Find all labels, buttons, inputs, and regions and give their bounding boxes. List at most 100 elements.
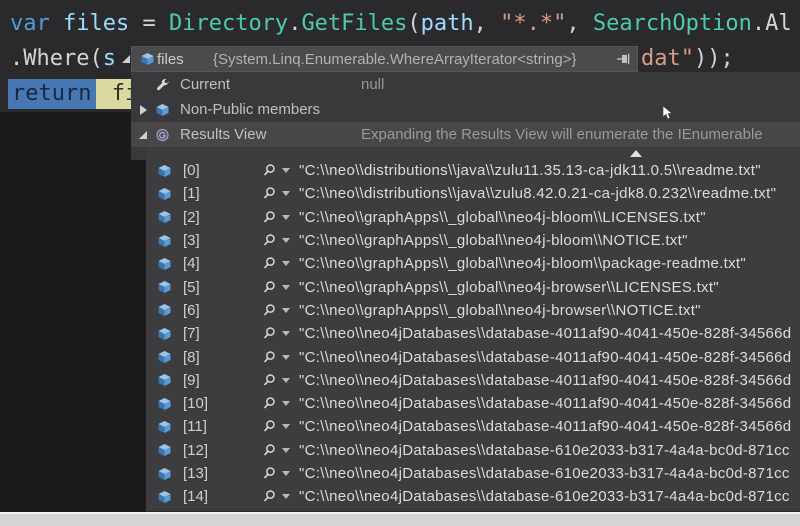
code-token: )); — [693, 46, 734, 71]
result-value: "C:\\neo\\neo4jDatabases\\database-4011a… — [299, 325, 792, 343]
variable-object-icon — [141, 53, 154, 65]
string-object-icon — [158, 351, 171, 364]
result-value: "C:\\neo\\neo4jDatabases\\database-4011a… — [299, 418, 792, 436]
result-row[interactable]: [7] "C:\\neo\\neo4jDatabases\\database-4… — [146, 322, 800, 345]
member-row-current[interactable]: Current null — [131, 72, 800, 97]
magnifier-icon[interactable] — [262, 443, 277, 458]
member-description: Expanding the Results View will enumerat… — [361, 126, 763, 143]
string-object-icon — [158, 234, 171, 247]
result-row[interactable]: [1] "C:\\neo\\distributions\\java\\zulu8… — [146, 182, 800, 205]
code-token: = — [129, 11, 169, 36]
visualizer-dropdown-icon[interactable] — [282, 447, 290, 453]
result-row[interactable]: [11] "C:\\neo\\neo4jDatabases\\database-… — [146, 415, 800, 438]
string-object-icon — [158, 164, 171, 177]
visualizer-dropdown-icon[interactable] — [282, 471, 290, 476]
result-row[interactable]: [8] "C:\\neo\\neo4jDatabases\\database-4… — [146, 345, 800, 368]
results-view-icon — [156, 128, 169, 141]
result-row[interactable]: [13] "C:\\neo\\neo4jDatabases\\database-… — [146, 462, 800, 485]
result-value: "C:\\neo\\distributions\\java\\zulu11.35… — [299, 162, 761, 180]
magnifier-icon[interactable] — [262, 419, 277, 434]
string-object-icon — [158, 187, 171, 200]
datatip-header-row[interactable]: files {System.Linq.Enumerable.WhereArray… — [122, 46, 638, 72]
wrench-icon — [157, 78, 170, 90]
members-object-icon — [156, 103, 169, 116]
results-list-panel: [0] "C:\\neo\\distributions\\java\\zulu1… — [146, 147, 800, 511]
member-label: Results View — [180, 126, 267, 143]
visualizer-dropdown-icon[interactable] — [282, 377, 290, 383]
result-value: "C:\\neo\\graphApps\\_global\\neo4j-bloo… — [299, 208, 706, 226]
result-row[interactable]: [2] "C:\\neo\\graphApps\\_global\\neo4j-… — [146, 206, 800, 229]
magnifier-icon[interactable] — [262, 280, 277, 295]
magnifier-icon[interactable] — [262, 350, 277, 365]
result-index: [13] — [183, 465, 209, 482]
magnifier-icon[interactable] — [262, 466, 277, 481]
result-value: "C:\\neo\\graphApps\\_global\\neo4j-brow… — [299, 278, 719, 296]
scroll-up-icon[interactable] — [630, 150, 642, 157]
visualizer-dropdown-icon[interactable] — [282, 238, 290, 244]
magnifier-icon[interactable] — [262, 186, 277, 201]
member-value: null — [361, 76, 385, 93]
member-label: Non-Public members — [180, 101, 321, 118]
magnifier-icon[interactable] — [262, 303, 277, 318]
result-row[interactable]: [6] "C:\\neo\\graphApps\\_global\\neo4j-… — [146, 299, 800, 322]
string-object-icon — [158, 374, 171, 387]
result-index: [4] — [183, 255, 200, 273]
magnifier-icon[interactable] — [262, 326, 277, 341]
code-token: SearchOption — [592, 11, 752, 36]
code-token: files — [62, 11, 130, 36]
datatip-expander-icon[interactable] — [122, 55, 130, 63]
result-row[interactable]: [4] "C:\\neo\\graphApps\\_global\\neo4j-… — [146, 252, 800, 275]
magnifier-icon[interactable] — [262, 489, 277, 504]
visualizer-dropdown-icon[interactable] — [282, 424, 290, 430]
expander-collapsed-icon[interactable] — [139, 104, 147, 115]
result-row[interactable]: [0] "C:\\neo\\distributions\\java\\zulu1… — [146, 159, 800, 182]
result-value: "C:\\neo\\neo4jDatabases\\database-610e2… — [299, 488, 790, 506]
magnifier-icon[interactable] — [262, 210, 277, 225]
result-index: [3] — [183, 232, 200, 250]
visualizer-dropdown-icon[interactable] — [282, 401, 290, 407]
visualizer-dropdown-icon[interactable] — [282, 331, 290, 337]
visualizer-dropdown-icon[interactable] — [282, 191, 290, 197]
code-token: var — [10, 11, 63, 36]
result-row[interactable]: [10] "C:\\neo\\neo4jDatabases\\database-… — [146, 392, 800, 415]
mouse-cursor — [662, 105, 673, 120]
result-row[interactable]: [12] "C:\\neo\\neo4jDatabases\\database-… — [146, 439, 800, 462]
result-value: "C:\\neo\\neo4jDatabases\\database-4011a… — [299, 348, 792, 366]
member-row-non-public[interactable]: Non-Public members — [131, 97, 800, 122]
result-index: [7] — [183, 325, 200, 343]
visualizer-dropdown-icon[interactable] — [282, 307, 290, 313]
code-token: dat" — [641, 46, 694, 71]
visualizer-dropdown-icon[interactable] — [282, 261, 290, 267]
string-object-icon — [158, 420, 171, 433]
expander-expanded-icon[interactable] — [139, 130, 147, 139]
string-object-icon — [158, 211, 171, 224]
result-row[interactable]: [14] "C:\\neo\\neo4jDatabases\\database-… — [146, 485, 800, 508]
magnifier-icon[interactable] — [262, 256, 277, 271]
result-row[interactable]: [3] "C:\\neo\\graphApps\\_global\\neo4j-… — [146, 229, 800, 252]
pin-icon[interactable] — [616, 51, 632, 67]
visualizer-dropdown-icon[interactable] — [282, 284, 290, 290]
magnifier-icon[interactable] — [262, 233, 277, 248]
result-value: "C:\\neo\\neo4jDatabases\\database-610e2… — [299, 465, 790, 482]
magnifier-icon[interactable] — [262, 163, 277, 178]
string-object-icon — [158, 397, 171, 410]
member-row-results-view[interactable]: Results View Expanding the Results View … — [131, 122, 800, 147]
visualizer-dropdown-icon[interactable] — [282, 168, 290, 174]
string-object-icon — [158, 327, 171, 340]
magnifier-icon[interactable] — [262, 373, 277, 388]
code-line-2: .Where(s — [10, 45, 116, 73]
code-token: ( — [407, 11, 421, 36]
variable-name: files — [157, 50, 184, 68]
result-value: "C:\\neo\\neo4jDatabases\\database-4011a… — [299, 395, 792, 413]
string-object-icon — [158, 490, 171, 503]
magnifier-icon[interactable] — [262, 396, 277, 411]
result-value: "C:\\neo\\graphApps\\_global\\neo4j-bloo… — [299, 232, 688, 250]
editor-background-region — [0, 112, 146, 513]
result-row[interactable]: [5] "C:\\neo\\graphApps\\_global\\neo4j-… — [146, 275, 800, 298]
visualizer-dropdown-icon[interactable] — [282, 494, 290, 500]
result-index: [11] — [183, 418, 207, 436]
visualizer-dropdown-icon[interactable] — [282, 354, 290, 360]
visualizer-dropdown-icon[interactable] — [282, 214, 290, 220]
result-value: "C:\\neo\\graphApps\\_global\\neo4j-bloo… — [299, 255, 747, 273]
result-row[interactable]: [9] "C:\\neo\\neo4jDatabases\\database-4… — [146, 369, 800, 392]
